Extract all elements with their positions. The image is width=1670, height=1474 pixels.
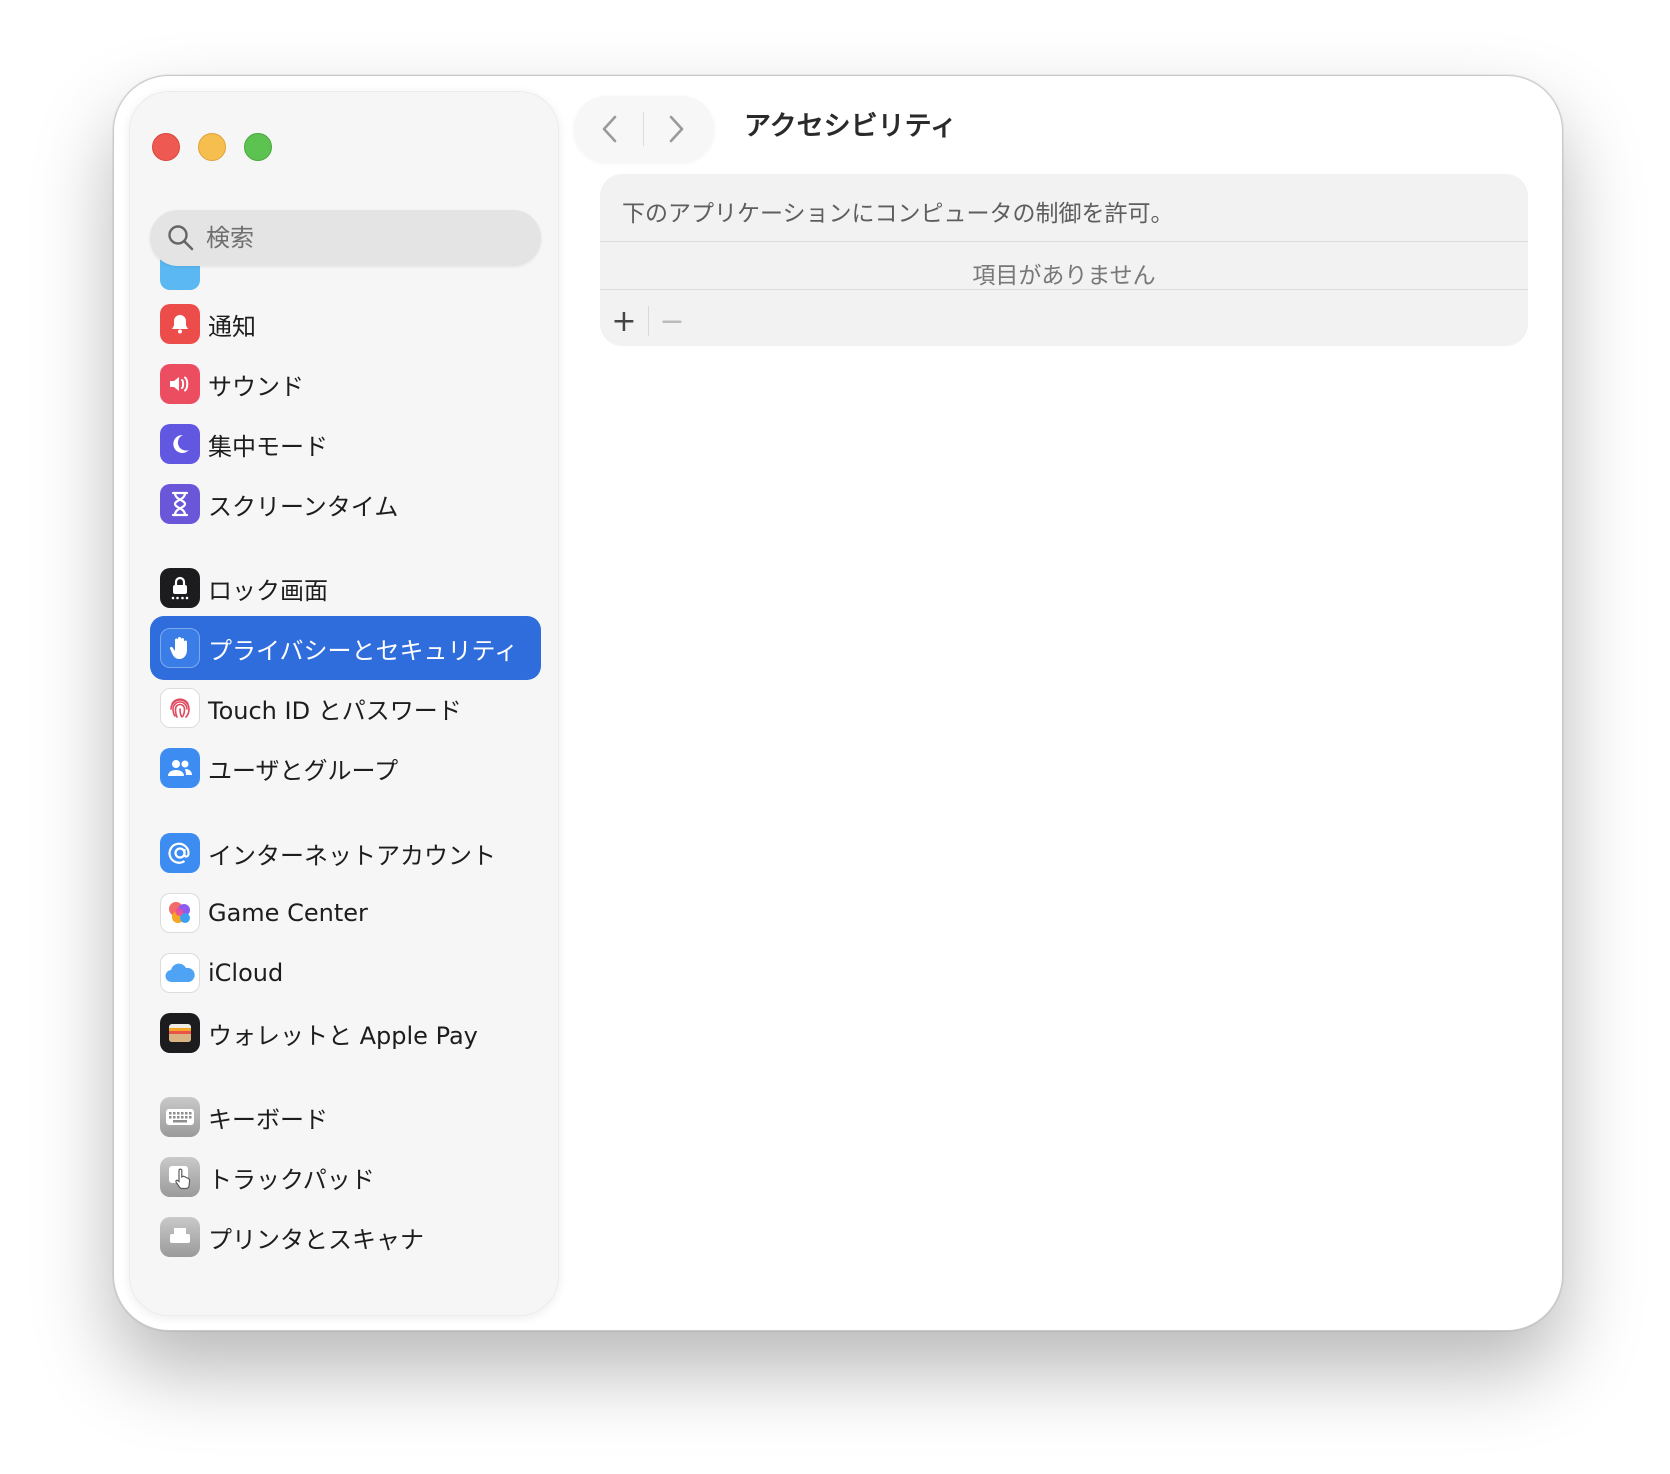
sidebar-item-label: トラックパッド xyxy=(208,1165,375,1194)
lock-icon xyxy=(160,568,200,608)
sidebar-item-label: プライバシーとセキュリティ xyxy=(208,636,519,665)
close-button[interactable] xyxy=(152,133,180,161)
chevron-left-icon xyxy=(602,115,617,143)
wallet-icon xyxy=(160,1013,200,1053)
sidebar-item-notifications[interactable]: 通知 xyxy=(150,292,541,356)
sidebar-item-label: プリンタとスキャナ xyxy=(208,1225,424,1254)
sidebar-item-privacy-security[interactable]: プライバシーとセキュリティ xyxy=(150,616,541,680)
search-input[interactable] xyxy=(206,210,526,266)
sidebar-item-touch-id[interactable]: Touch ID とパスワード xyxy=(150,676,541,740)
sidebar-item-printers[interactable]: プリンタとスキャナ xyxy=(150,1205,541,1269)
sidebar: 通知 サウンド 集中モード スクリーンタイム ロック画面 xyxy=(129,91,559,1316)
sidebar-item-internet-accounts[interactable]: インターネットアカウント xyxy=(150,821,541,885)
sidebar-item-label: iCloud xyxy=(208,959,284,987)
cloud-icon xyxy=(160,953,200,993)
divider xyxy=(600,289,1528,290)
sidebar-item-sound[interactable]: サウンド xyxy=(150,352,541,416)
fingerprint-icon xyxy=(160,688,200,728)
sidebar-item-wallet[interactable]: ウォレットと Apple Pay xyxy=(150,1001,541,1065)
moon-icon xyxy=(160,424,200,464)
sidebar-item-label: キーボード xyxy=(208,1105,328,1134)
game-center-icon xyxy=(160,893,200,933)
search-field[interactable] xyxy=(150,210,541,266)
sidebar-item-label: ロック画面 xyxy=(208,576,328,605)
sidebar-item-label: 集中モード xyxy=(208,432,328,461)
speaker-icon xyxy=(160,364,200,404)
sidebar-fade xyxy=(130,1291,558,1315)
list-header: 下のアプリケーションにコンピュータの制御を許可。 xyxy=(622,201,1174,227)
zoom-button[interactable] xyxy=(244,133,272,161)
forward-button[interactable] xyxy=(656,109,696,149)
sidebar-item-screen-time[interactable]: スクリーンタイム xyxy=(150,472,541,536)
sidebar-item-label: Touch ID とパスワード xyxy=(208,696,462,725)
page-title: アクセシビリティ xyxy=(744,111,958,142)
hand-icon xyxy=(160,628,200,668)
minimize-button[interactable] xyxy=(198,133,226,161)
sidebar-item-lock-screen[interactable]: ロック画面 xyxy=(150,556,541,620)
sidebar-item-game-center[interactable]: Game Center xyxy=(150,881,541,945)
bell-icon xyxy=(160,304,200,344)
sidebar-item-keyboard[interactable]: キーボード xyxy=(150,1085,541,1149)
sidebar-item-label: ウォレットと Apple Pay xyxy=(208,1021,478,1050)
remove-app-button[interactable]: − xyxy=(652,304,692,339)
sidebar-item-icloud[interactable]: iCloud xyxy=(150,941,541,1005)
hourglass-icon xyxy=(160,484,200,524)
divider xyxy=(600,241,1528,242)
sidebar-item-label: サウンド xyxy=(208,372,304,401)
sidebar-item-users-groups[interactable]: ユーザとグループ xyxy=(150,736,541,800)
settings-window: 通知 サウンド 集中モード スクリーンタイム ロック画面 xyxy=(113,75,1563,1331)
chevron-right-icon xyxy=(669,115,684,143)
navigation-controls xyxy=(574,96,714,162)
nav-divider xyxy=(643,112,644,146)
sidebar-item-trackpad[interactable]: トラックパッド xyxy=(150,1145,541,1209)
sidebar-item-focus[interactable]: 集中モード xyxy=(150,412,541,476)
add-app-button[interactable]: + xyxy=(604,304,644,339)
printer-icon xyxy=(160,1217,200,1257)
search-icon xyxy=(168,225,194,251)
back-button[interactable] xyxy=(590,109,630,149)
users-icon xyxy=(160,748,200,788)
sidebar-item-label: 通知 xyxy=(208,312,256,341)
sidebar-item-label: スクリーンタイム xyxy=(208,492,399,521)
empty-list-message: 項目がありません xyxy=(972,263,1156,289)
sidebar-item-label: Game Center xyxy=(208,899,368,927)
sidebar-item-label: ユーザとグループ xyxy=(208,756,399,785)
list-footer: + − xyxy=(600,298,1528,346)
keyboard-icon xyxy=(160,1097,200,1137)
footer-divider xyxy=(648,306,649,336)
sidebar-item-label: インターネットアカウント xyxy=(208,841,496,870)
trackpad-icon xyxy=(160,1157,200,1197)
app-permission-list: 下のアプリケーションにコンピュータの制御を許可。 項目がありません + − xyxy=(600,174,1528,346)
at-icon xyxy=(160,833,200,873)
